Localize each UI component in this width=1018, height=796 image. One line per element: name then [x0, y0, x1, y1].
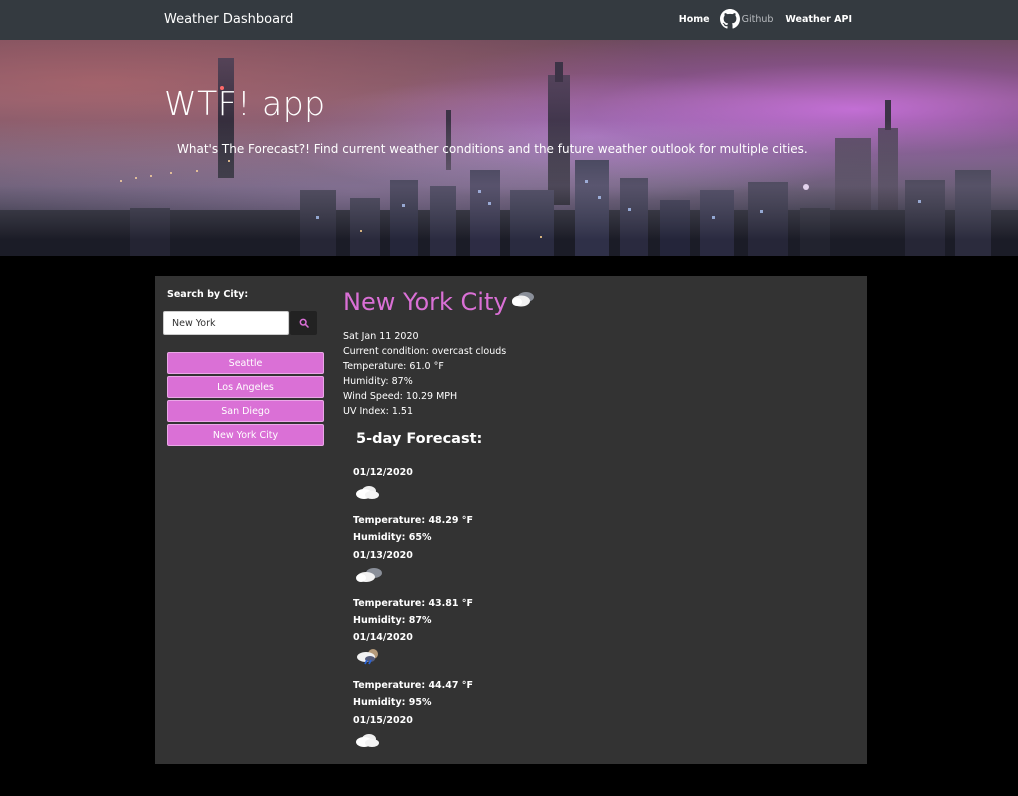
forecast-day: 01/15/2020 — [353, 714, 473, 796]
city-button-los-angeles[interactable]: Los Angeles — [167, 376, 324, 398]
current-condition: Current condition: overcast clouds — [343, 344, 506, 359]
current-city-heading: New York City — [343, 288, 538, 316]
hero-banner: WTF! app What's The Forecast?! Find curr… — [0, 40, 1018, 256]
cloud-icon — [353, 566, 473, 597]
nav-github-link[interactable]: Github — [720, 9, 774, 29]
forecast-humidity: Humidity: 95% — [353, 696, 473, 713]
search-icon — [299, 318, 309, 328]
nav-weather-api-link[interactable]: Weather API — [785, 14, 852, 25]
current-temperature: Temperature: 61.0 °F — [343, 359, 506, 374]
forecast-temperature: Temperature: 44.47 °F — [353, 679, 473, 696]
rain-cloud-icon — [353, 648, 473, 679]
forecast-date: 01/15/2020 — [353, 714, 473, 731]
city-button-new-york-city[interactable]: New York City — [167, 424, 324, 446]
forecast-temperature: Temperature: 43.81 °F — [353, 597, 473, 614]
forecast-day: 01/13/2020 Temperature: 43.81 °F Humidit… — [353, 549, 473, 632]
hero-subtitle: What's The Forecast?! Find current weath… — [177, 142, 808, 156]
forecast-day: 01/12/2020 Temperature: 48.29 °F Humidit… — [353, 466, 473, 549]
forecast-temperature: Temperature: 48.29 °F — [353, 514, 473, 531]
forecast-day: 01/14/2020 Temperature: 44.47 °F Humidit… — [353, 631, 473, 714]
navbar: Weather Dashboard Home Github Weather AP… — [0, 0, 1018, 40]
search-label: Search by City: — [167, 289, 248, 300]
city-button-seattle[interactable]: Seattle — [167, 352, 324, 374]
saved-city-list: Seattle Los Angeles San Diego New York C… — [167, 352, 324, 448]
cloud-icon — [353, 731, 473, 762]
city-button-san-diego[interactable]: San Diego — [167, 400, 324, 422]
hero-title: WTF! app — [164, 84, 326, 123]
cloud-icon — [510, 288, 538, 316]
forecast-heading: 5-day Forecast: — [356, 431, 482, 447]
github-icon — [720, 9, 740, 29]
forecast-humidity: Humidity: 65% — [353, 531, 473, 548]
nav-links: Home Github Weather API — [667, 9, 852, 29]
forecast-humidity: Humidity: 87% — [353, 614, 473, 631]
nav-home-link[interactable]: Home — [679, 14, 710, 25]
current-city-name: New York City — [343, 288, 508, 316]
current-humidity: Humidity: 87% — [343, 374, 506, 389]
search-button[interactable] — [290, 311, 317, 335]
forecast-date: 01/13/2020 — [353, 549, 473, 566]
forecast-date: 01/12/2020 — [353, 466, 473, 483]
nav-github-label: Github — [742, 14, 774, 25]
cloud-icon — [353, 483, 473, 514]
brand-title[interactable]: Weather Dashboard — [164, 12, 293, 27]
search-input[interactable] — [163, 311, 289, 335]
current-weather-details: Sat Jan 11 2020 Current condition: overc… — [343, 329, 506, 419]
main-panel: Search by City: Seattle Los Angeles San … — [155, 276, 867, 764]
forecast-date: 01/14/2020 — [353, 631, 473, 648]
forecast-list: 01/12/2020 Temperature: 48.29 °F Humidit… — [353, 466, 473, 796]
current-wind-speed: Wind Speed: 10.29 MPH — [343, 389, 506, 404]
current-uv-index: UV Index: 1.51 — [343, 404, 506, 419]
current-date: Sat Jan 11 2020 — [343, 329, 506, 344]
